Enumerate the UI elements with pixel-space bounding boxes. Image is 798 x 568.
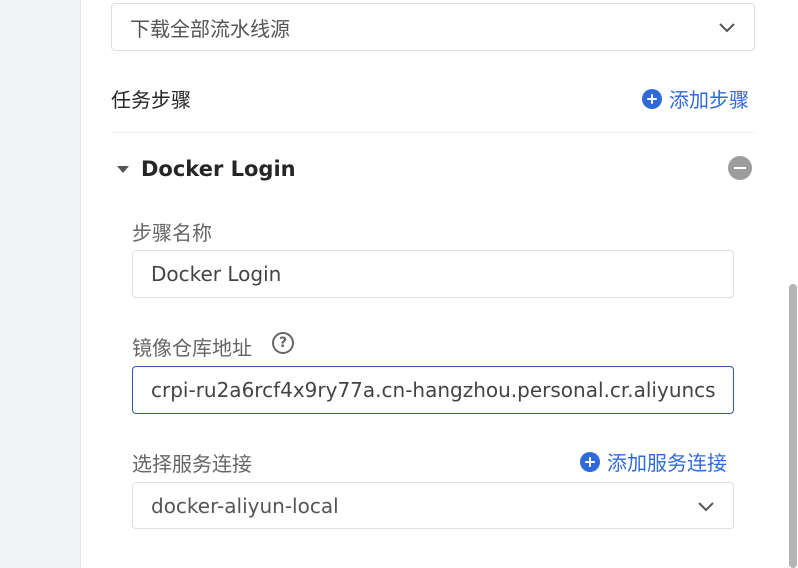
divider: [111, 132, 755, 133]
step-header[interactable]: Docker Login: [111, 150, 755, 190]
add-circle-icon: [580, 451, 600, 472]
collapse-caret-icon[interactable]: [117, 166, 129, 173]
add-circle-icon: [642, 88, 662, 109]
left-panel: [0, 0, 81, 568]
scrollbar-thumb[interactable]: [789, 284, 797, 568]
scrollbar[interactable]: [788, 0, 798, 568]
step-name-label: 步骤名称: [132, 221, 212, 245]
add-service-connection-button[interactable]: 添加服务连接: [580, 447, 727, 476]
add-step-label: 添加步骤: [669, 88, 749, 112]
service-connection-value: docker-aliyun-local: [151, 493, 339, 518]
registry-address-label: 镜像仓库地址: [132, 336, 252, 360]
task-steps-title: 任务步骤: [111, 88, 191, 112]
remove-step-icon[interactable]: [728, 156, 752, 180]
chevron-down-icon: [719, 23, 735, 33]
step-title: Docker Login: [141, 157, 296, 181]
add-step-button[interactable]: 添加步骤: [642, 84, 749, 113]
service-connection-select[interactable]: docker-aliyun-local: [132, 482, 734, 529]
step-name-input[interactable]: [132, 250, 734, 298]
pipeline-source-select[interactable]: 下载全部流水线源: [111, 3, 755, 51]
service-connection-label: 选择服务连接: [132, 452, 252, 476]
add-service-connection-label: 添加服务连接: [607, 451, 727, 475]
chevron-down-icon: [698, 501, 714, 511]
pipeline-source-value: 下载全部流水线源: [130, 16, 290, 41]
help-icon[interactable]: ?: [272, 332, 294, 354]
registry-address-input[interactable]: [132, 366, 734, 414]
